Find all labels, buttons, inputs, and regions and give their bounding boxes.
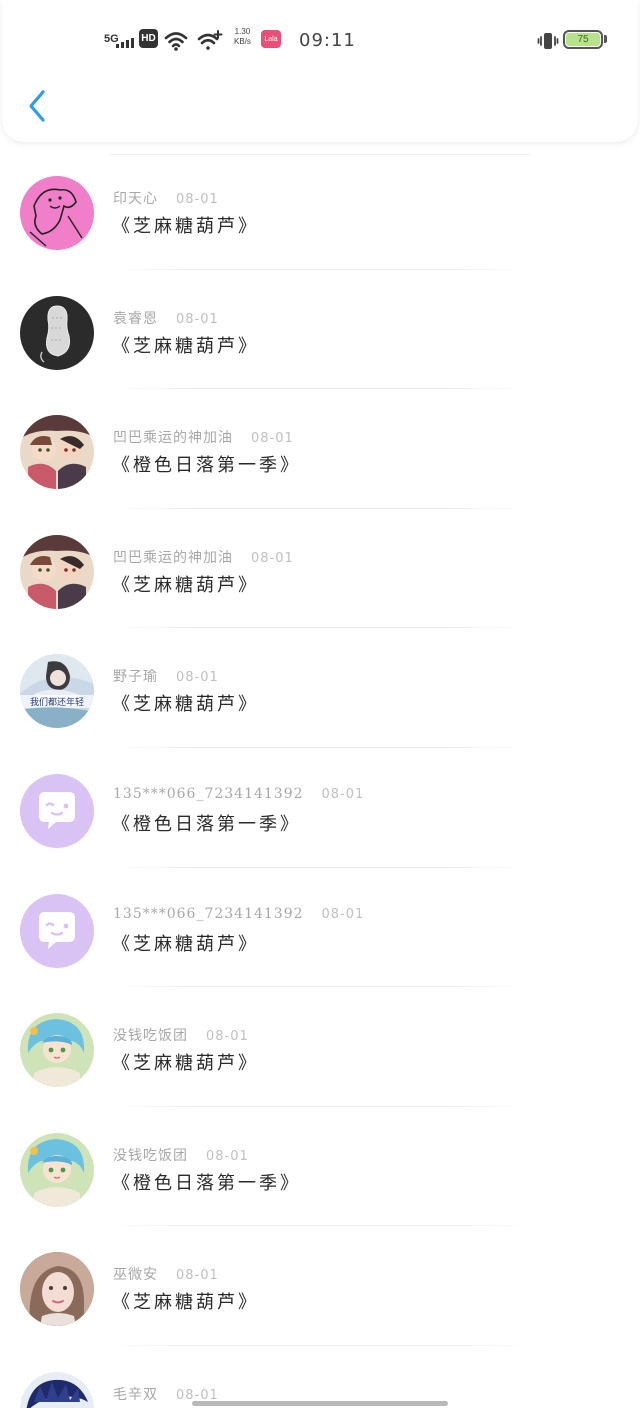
clock: 09:11 bbox=[299, 29, 356, 51]
comment-meta: 凹巴乘运的神加油 08-01 bbox=[113, 547, 294, 567]
comment-meta: 野子瑜 08-01 bbox=[113, 666, 219, 686]
work-title[interactable]: 《橙色日落第一季》 bbox=[112, 810, 301, 836]
wifi-icon bbox=[164, 28, 188, 54]
list-item[interactable]: 印天心 08-01 《芝麻糖葫芦》 bbox=[0, 150, 640, 270]
comment-meta: 没钱吃饭团 08-01 bbox=[113, 1145, 249, 1165]
username[interactable]: 没钱吃饭团 bbox=[113, 1025, 188, 1045]
battery-icon: 75 bbox=[563, 30, 603, 49]
avatar-anime-blue-hair-icon[interactable] bbox=[20, 1132, 94, 1207]
comment-meta: 135***066_7234141392 08-01 bbox=[113, 906, 364, 922]
comment-date: 08-01 bbox=[251, 431, 294, 447]
avatar-girl-photo-icon[interactable]: 我们都还年轻 bbox=[20, 654, 94, 729]
comment-date: 08-01 bbox=[176, 311, 219, 327]
avatar-anime-pair-icon[interactable] bbox=[20, 415, 94, 490]
work-title[interactable]: 《橙色日落第一季》 bbox=[112, 1169, 301, 1195]
avatar-dark-blue-icon[interactable] bbox=[20, 1371, 94, 1408]
avatar-anime-blue-hair-icon[interactable] bbox=[20, 1013, 94, 1088]
list-item[interactable]: 袁睿恩 08-01 《芝麻糖葫芦》 bbox=[0, 270, 640, 390]
chevron-left-icon bbox=[29, 90, 45, 122]
comment-date: 08-01 bbox=[176, 1268, 219, 1284]
username[interactable]: 野子瑜 bbox=[113, 666, 158, 686]
list-item[interactable]: 凹巴乘运的神加油 08-01 《芝麻糖葫芦》 bbox=[0, 509, 640, 629]
avatar-default-chat-icon[interactable] bbox=[20, 893, 94, 968]
top-bar: 5G HD 1.30 KB/s Lala 09:11 75 bbox=[2, 0, 638, 142]
list-item[interactable]: 135***066_7234141392 08-01 《橙色日落第一季》 bbox=[0, 748, 640, 868]
username[interactable]: 毛辛双 bbox=[113, 1384, 158, 1404]
signal-icon bbox=[116, 38, 134, 48]
work-title[interactable]: 《芝麻糖葫芦》 bbox=[112, 1288, 259, 1314]
work-title[interactable]: 《芝麻糖葫芦》 bbox=[112, 332, 259, 358]
work-title[interactable]: 《芝麻糖葫芦》 bbox=[112, 212, 259, 238]
work-title[interactable]: 《芝麻糖葫芦》 bbox=[112, 930, 259, 956]
username[interactable]: 135***066_7234141392 bbox=[113, 906, 304, 922]
back-button[interactable] bbox=[22, 86, 52, 126]
avatar-selfie-photo-icon[interactable] bbox=[20, 1252, 94, 1327]
list-item[interactable]: 巫微安 08-01 《芝麻糖葫芦》 bbox=[0, 1226, 640, 1346]
comment-date: 08-01 bbox=[206, 1148, 249, 1164]
avatar-peanut-icon[interactable] bbox=[20, 295, 94, 370]
battery-nub bbox=[604, 35, 607, 43]
username[interactable]: 凹巴乘运的神加油 bbox=[113, 547, 233, 567]
list-item[interactable]: 我们都还年轻 野子瑜 08-01 《芝麻糖葫芦》 bbox=[0, 628, 640, 748]
home-indicator[interactable] bbox=[192, 1401, 448, 1406]
comment-date: 08-01 bbox=[321, 906, 365, 922]
work-title[interactable]: 《芝麻糖葫芦》 bbox=[112, 1049, 259, 1075]
comment-date: 08-01 bbox=[321, 786, 365, 802]
comment-meta: 袁睿恩 08-01 bbox=[113, 308, 219, 328]
comment-date: 08-01 bbox=[176, 670, 219, 686]
avatar-anime-pair-icon[interactable] bbox=[20, 534, 94, 609]
username[interactable]: 凹巴乘运的神加油 bbox=[113, 427, 233, 447]
wifi-plus-icon bbox=[197, 28, 223, 54]
username[interactable]: 没钱吃饭团 bbox=[113, 1145, 188, 1165]
speed-unit: KB/s bbox=[234, 37, 251, 46]
network-speed: 1.30 KB/s bbox=[234, 27, 251, 47]
status-bar: 5G HD 1.30 KB/s Lala 09:11 75 bbox=[2, 0, 638, 80]
avatar-caption: 我们都还年轻 bbox=[30, 696, 84, 708]
list-item[interactable]: 135***066_7234141392 08-01 《芝麻糖葫芦》 bbox=[0, 868, 640, 988]
work-title[interactable]: 《芝麻糖葫芦》 bbox=[112, 571, 259, 597]
comment-date: 08-01 bbox=[251, 550, 294, 566]
comment-meta: 没钱吃饭团 08-01 bbox=[113, 1025, 249, 1045]
comment-meta: 巫微安 08-01 bbox=[113, 1264, 219, 1284]
battery-level: 75 bbox=[577, 34, 589, 45]
app-notification-icon: Lala bbox=[261, 30, 281, 48]
username[interactable]: 135***066_7234141392 bbox=[113, 786, 304, 802]
list-item[interactable]: 没钱吃饭团 08-01 《橙色日落第一季》 bbox=[0, 1107, 640, 1227]
speed-value: 1.30 bbox=[234, 27, 251, 36]
list-item[interactable]: 凹巴乘运的神加油 08-01 《橙色日落第一季》 bbox=[0, 389, 640, 509]
comment-meta: 凹巴乘运的神加油 08-01 bbox=[113, 427, 294, 447]
list-item[interactable]: 没钱吃饭团 08-01 《芝麻糖葫芦》 bbox=[0, 987, 640, 1107]
comment-date: 08-01 bbox=[206, 1029, 249, 1045]
comment-meta: 印天心 08-01 bbox=[113, 188, 219, 208]
hd-icon: HD bbox=[139, 29, 158, 48]
avatar-pink-sketch-icon[interactable] bbox=[20, 176, 94, 250]
list-item[interactable]: 毛辛双 08-01 bbox=[0, 1346, 640, 1408]
work-title[interactable]: 《芝麻糖葫芦》 bbox=[112, 690, 259, 716]
comment-list: 印天心 08-01 《芝麻糖葫芦》 袁睿恩 08-01 《芝麻糖葫芦》 凹巴乘运… bbox=[0, 150, 640, 1408]
comment-date: 08-01 bbox=[176, 192, 219, 207]
work-title[interactable]: 《橙色日落第一季》 bbox=[112, 451, 301, 477]
username[interactable]: 印天心 bbox=[113, 188, 158, 208]
comment-meta: 135***066_7234141392 08-01 bbox=[113, 786, 364, 802]
username[interactable]: 袁睿恩 bbox=[113, 308, 158, 328]
avatar-default-chat-icon[interactable] bbox=[20, 773, 94, 848]
vibrate-icon bbox=[537, 28, 559, 54]
username[interactable]: 巫微安 bbox=[113, 1264, 158, 1284]
